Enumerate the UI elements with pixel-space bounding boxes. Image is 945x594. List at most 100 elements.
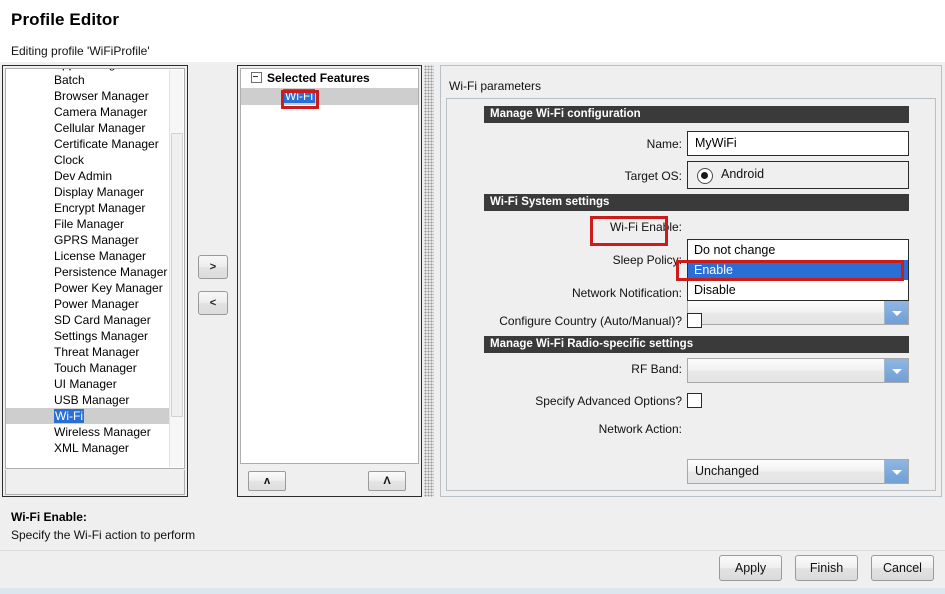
configure-country-checkbox[interactable] [687,313,702,328]
target-os-android-label: Android [721,167,764,181]
label-network-notification: Network Notification: [517,286,682,300]
list-item[interactable]: Dev Admin [6,168,178,184]
finish-button[interactable]: Finish [795,555,858,581]
parameters-caption: Wi-Fi parameters [449,79,541,93]
profile-editor-window: Profile Editor Editing profile 'WiFiProf… [0,0,945,594]
radio-selected-icon[interactable] [697,168,713,184]
list-item[interactable]: Threat Manager [6,344,178,360]
available-features-scrollbar[interactable] [169,70,183,467]
collapse-toggle-icon[interactable] [251,72,262,83]
list-item[interactable]: Touch Manager [6,360,178,376]
target-os-radio-group[interactable]: Android [687,161,909,189]
add-feature-button[interactable]: > [198,255,228,279]
label-rf-band: RF Band: [557,362,682,376]
scrollbar-thumb[interactable] [171,133,183,417]
rf-band-value: Unchanged [695,460,759,483]
list-item[interactable]: Wireless Manager [6,424,178,440]
list-item-label: USB Manager [54,393,129,407]
section-header-manage-config: Manage Wi-Fi configuration [484,106,909,123]
chevron-down-icon[interactable] [884,359,908,382]
list-item[interactable]: Persistence Manager [6,264,178,280]
list-item-label: Encrypt Manager [54,201,145,215]
list-item-label: Browser Manager [54,89,149,103]
list-item-label: Clock [54,153,84,167]
list-item-label: License Manager [54,249,146,263]
section-header-system-settings: Wi-Fi System settings [484,194,909,211]
list-item[interactable]: Batch [6,72,178,88]
selected-features-tree[interactable]: Selected Features Wi-Fi [240,68,419,464]
dropdown-option[interactable]: Disable [688,280,908,300]
move-down-button[interactable]: Ʌ [368,471,406,491]
list-item-label: Display Manager [54,185,144,199]
list-item[interactable]: License Manager [6,248,178,264]
list-item[interactable]: GPRS Manager [6,232,178,248]
tree-item-wifi[interactable]: Wi-Fi [241,88,418,105]
available-features-list[interactable]: App ManagerBatchBrowser Manager Camera Ma… [5,68,185,469]
chevron-down-icon[interactable] [884,460,908,483]
chevron-down-icon[interactable] [884,301,908,324]
page-subtitle: Editing profile 'WiFiProfile' [11,44,150,58]
list-item[interactable]: Wi-Fi [6,408,178,424]
available-features-footer [5,470,185,495]
selected-features-panel: Selected Features Wi-Fi ʌ Ʌ [237,65,422,497]
cancel-button[interactable]: Cancel [871,555,934,581]
list-item[interactable]: Cellular Manager [6,120,178,136]
list-item[interactable]: File Manager [6,216,178,232]
transfer-button-column: > < [192,65,234,497]
label-network-action: Network Action: [557,422,682,436]
list-item-label: Cellular Manager [54,121,145,135]
specify-advanced-options-checkbox[interactable] [687,393,702,408]
list-item[interactable]: Camera Manager [6,104,178,120]
list-item[interactable]: UI Manager [6,376,178,392]
list-item[interactable]: USB Manager [6,392,178,408]
list-item-label: SD Card Manager [54,313,151,327]
label-wifi-enable: Wi-Fi Enable: [557,220,682,234]
list-item[interactable]: Display Manager [6,184,178,200]
window-header: Profile Editor Editing profile 'WiFiProf… [0,0,945,62]
label-name: Name: [557,137,682,151]
rf-band-combo[interactable]: Unchanged [687,459,909,484]
list-item[interactable]: Settings Manager [6,328,178,344]
panel-splitter[interactable] [424,65,434,497]
list-item[interactable]: Certificate Manager [6,136,178,152]
list-item[interactable]: Power Manager [6,296,178,312]
list-item-label: File Manager [54,217,124,231]
apply-button[interactable]: Apply [719,555,782,581]
network-notification-combo[interactable] [687,358,909,383]
list-item-label: App Manager [54,68,126,71]
list-item-label: Wi-Fi [54,409,84,423]
parameters-group-box: Manage Wi-Fi configuration Name: MyWiFi … [446,98,936,491]
list-item[interactable]: Clock [6,152,178,168]
available-features-panel: App ManagerBatchBrowser Manager Camera Ma… [2,65,188,497]
section-header-radio-settings: Manage Wi-Fi Radio-specific settings [484,336,909,353]
list-item-label: Settings Manager [54,329,148,343]
page-title: Profile Editor [11,10,119,30]
list-item-label: UI Manager [54,377,117,391]
list-item-label: Dev Admin [54,169,112,183]
list-item-label: Touch Manager [54,361,137,375]
editor-body: App ManagerBatchBrowser Manager Camera Ma… [0,62,945,502]
list-item-label: Power Manager [54,297,139,311]
list-item-label: XML Manager [54,441,129,455]
wifi-parameters-panel: Wi-Fi parameters Manage Wi-Fi configurat… [440,65,942,497]
list-item[interactable]: Power Key Manager [6,280,178,296]
list-item-label: Persistence Manager [54,265,167,279]
list-item[interactable]: XML Manager [6,440,178,456]
dropdown-option[interactable]: Enable [688,260,908,280]
list-item-label: Power Key Manager [54,281,163,295]
list-item[interactable]: Browser Manager [6,88,178,104]
dropdown-option[interactable]: Do not change [688,240,908,260]
help-description: Specify the Wi-Fi action to perform [11,528,195,542]
wifi-enable-dropdown-list[interactable]: Do not changeEnableDisable [687,239,909,301]
tree-root-label: Selected Features [267,71,370,85]
list-item[interactable]: Encrypt Manager [6,200,178,216]
list-item-label: Wireless Manager [54,425,151,439]
move-up-button[interactable]: ʌ [248,471,286,491]
remove-feature-button[interactable]: < [198,291,228,315]
list-item-label: Camera Manager [54,105,147,119]
list-item[interactable]: SD Card Manager [6,312,178,328]
help-title: Wi-Fi Enable: [11,510,87,524]
sleep-policy-combo[interactable] [687,300,909,325]
tree-root-node[interactable]: Selected Features [241,69,418,88]
name-input[interactable]: MyWiFi [687,131,909,156]
